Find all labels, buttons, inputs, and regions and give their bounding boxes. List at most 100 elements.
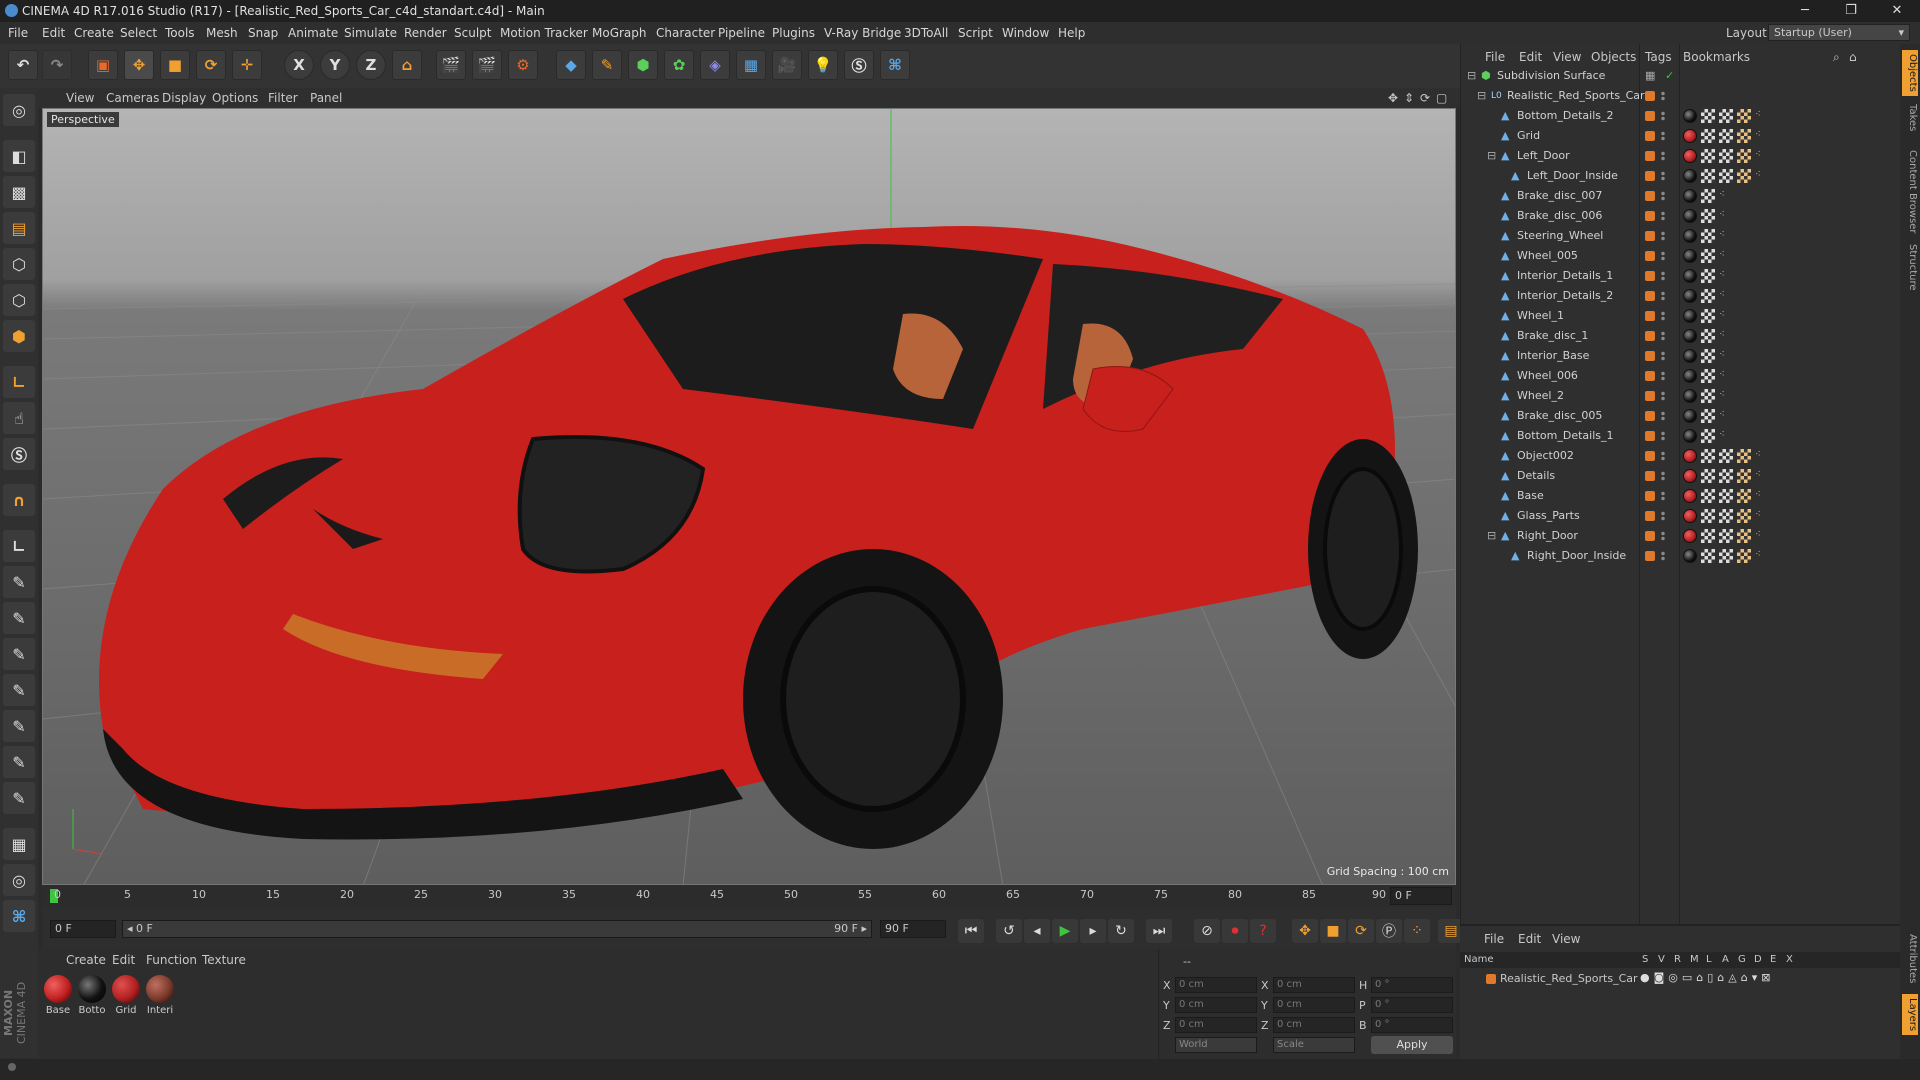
material-tag-icon[interactable] bbox=[1683, 229, 1697, 243]
material-tag-icon[interactable] bbox=[1683, 249, 1697, 263]
uvw-tag-icon[interactable] bbox=[1737, 149, 1751, 163]
size-x-field[interactable]: 0 cm bbox=[1273, 977, 1355, 993]
object-row[interactable]: ▲ Base ⁖ bbox=[1461, 486, 1901, 506]
camera-icon[interactable]: 🎥 bbox=[772, 50, 802, 80]
visibility-dots-icon[interactable] bbox=[1661, 251, 1665, 261]
tab-layers[interactable]: Layers bbox=[1902, 994, 1918, 1036]
obj-menu-file[interactable]: File bbox=[1485, 50, 1505, 64]
object-row[interactable]: ▲ Grid ⁖ bbox=[1461, 126, 1901, 146]
phong-tag-icon[interactable]: ⁖ bbox=[1755, 509, 1767, 523]
uvw-tag-icon[interactable] bbox=[1737, 169, 1751, 183]
phong-tag-icon[interactable]: ⁖ bbox=[1719, 389, 1731, 403]
tab-content-browser[interactable]: Content Browser bbox=[1902, 150, 1918, 233]
phong-tag-icon[interactable]: ⁖ bbox=[1755, 549, 1767, 563]
light-icon[interactable]: 💡 bbox=[808, 50, 838, 80]
rotation-p-field[interactable]: 0 ° bbox=[1371, 997, 1453, 1013]
end-frame-field[interactable]: 90 F bbox=[880, 920, 946, 938]
key-help-icon[interactable]: ? bbox=[1250, 919, 1276, 943]
rotate-tool-icon[interactable]: ⟳ bbox=[196, 50, 226, 80]
layer-color-swatch[interactable] bbox=[1645, 131, 1655, 141]
home-icon[interactable]: ⌂ bbox=[1849, 50, 1857, 64]
texture-tag-icon[interactable] bbox=[1719, 109, 1733, 123]
position-x-field[interactable]: 0 cm bbox=[1175, 977, 1257, 993]
menu-tools[interactable]: Tools bbox=[165, 26, 195, 40]
move-tool-icon[interactable]: ✥ bbox=[124, 50, 154, 80]
material-bottom[interactable]: Botto bbox=[76, 975, 108, 1019]
phong-tag-icon[interactable]: ⁖ bbox=[1719, 409, 1731, 423]
uvw-tag-icon[interactable] bbox=[1737, 469, 1751, 483]
object-row[interactable]: ▲ Interior_Details_2 ⁖ bbox=[1461, 286, 1901, 306]
visibility-dots-icon[interactable] bbox=[1661, 411, 1665, 421]
mat-menu-create[interactable]: Create bbox=[66, 953, 106, 967]
vray-icon[interactable]: Ⓢ bbox=[844, 50, 874, 80]
texture-tag-icon[interactable] bbox=[1719, 129, 1733, 143]
viewport-zoom-icon[interactable]: ⇕ bbox=[1404, 91, 1414, 105]
object-row[interactable]: ▲ Wheel_005 ⁖ bbox=[1461, 246, 1901, 266]
layer-color-swatch[interactable] bbox=[1645, 391, 1655, 401]
layer-color-swatch[interactable] bbox=[1645, 431, 1655, 441]
previous-key-icon[interactable]: ↺ bbox=[996, 919, 1022, 943]
menu-snap[interactable]: Snap bbox=[248, 26, 278, 40]
go-to-start-icon[interactable]: ⏮ bbox=[958, 919, 984, 943]
phong-tag-icon[interactable]: ⁖ bbox=[1719, 329, 1731, 343]
obj-menu-bookmarks[interactable]: Bookmarks bbox=[1683, 50, 1750, 64]
vp-menu-panel[interactable]: Panel bbox=[310, 91, 342, 105]
material-tag-icon[interactable] bbox=[1683, 189, 1697, 203]
visibility-dots-icon[interactable] bbox=[1661, 191, 1665, 201]
obj-menu-objects[interactable]: Objects bbox=[1591, 50, 1636, 64]
layer-color-swatch[interactable] bbox=[1645, 491, 1655, 501]
object-row[interactable]: ▲ Wheel_006 ⁖ bbox=[1461, 366, 1901, 386]
enabled-check-icon[interactable]: ✓ bbox=[1665, 70, 1677, 82]
model-mode-icon[interactable]: ◧ bbox=[3, 140, 35, 172]
object-row[interactable]: ▲ Brake_disc_007 ⁖ bbox=[1461, 186, 1901, 206]
menu-mesh[interactable]: Mesh bbox=[206, 26, 238, 40]
undo-icon[interactable]: ↶ bbox=[8, 50, 38, 80]
texture-tag-icon[interactable] bbox=[1701, 309, 1715, 323]
object-row[interactable]: ⊟ ⬢ Subdivision Surface ▦ ✓ bbox=[1461, 66, 1901, 86]
mat-menu-function[interactable]: Function bbox=[146, 953, 197, 967]
key-scale-icon[interactable]: ■ bbox=[1320, 919, 1346, 943]
layer-row[interactable]: Realistic_Red_Sports_Car ●◙◎▭⌂▯⌂◬⌂▾⊠ bbox=[1460, 970, 1900, 988]
perspective-viewport[interactable]: Perspective Grid Spacing : 100 cm bbox=[42, 108, 1456, 885]
object-row[interactable]: ▲ Steering_Wheel ⁖ bbox=[1461, 226, 1901, 246]
object-row[interactable]: ⊟ ▲ Left_Door ⁖ bbox=[1461, 146, 1901, 166]
object-row[interactable]: ▲ Right_Door_Inside ⁖ bbox=[1461, 546, 1901, 566]
phong-tag-icon[interactable]: ⁖ bbox=[1755, 109, 1767, 123]
uvw-tag-icon[interactable] bbox=[1737, 489, 1751, 503]
obj-menu-edit[interactable]: Edit bbox=[1519, 50, 1542, 64]
transform-tool-icon[interactable]: ✛ bbox=[232, 50, 262, 80]
texture-tag-icon[interactable] bbox=[1701, 229, 1715, 243]
texture-tag-icon[interactable] bbox=[1701, 389, 1715, 403]
visibility-dots-icon[interactable] bbox=[1661, 551, 1665, 561]
go-to-end-icon[interactable]: ⏭ bbox=[1146, 919, 1172, 943]
visibility-dots-icon[interactable] bbox=[1661, 331, 1665, 341]
material-tag-icon[interactable] bbox=[1683, 529, 1697, 543]
magnet-icon[interactable]: ∩ bbox=[3, 484, 35, 516]
visibility-dots-icon[interactable] bbox=[1661, 311, 1665, 321]
polygons-mode-icon[interactable]: ⬢ bbox=[3, 320, 35, 352]
texture-tag-icon[interactable] bbox=[1701, 509, 1715, 523]
snap-icon[interactable]: Ⓢ bbox=[3, 438, 35, 470]
visibility-dots-icon[interactable] bbox=[1661, 271, 1665, 281]
menu-pipeline[interactable]: Pipeline bbox=[718, 26, 765, 40]
key-position-icon[interactable]: ✥ bbox=[1292, 919, 1318, 943]
visibility-dots-icon[interactable] bbox=[1661, 351, 1665, 361]
texture-mode-icon[interactable]: ▩ bbox=[3, 176, 35, 208]
visibility-dots-icon[interactable] bbox=[1661, 91, 1665, 101]
layer-color-swatch[interactable] bbox=[1645, 471, 1655, 481]
texture-tag-icon[interactable] bbox=[1701, 329, 1715, 343]
next-frame-icon[interactable]: ▸ bbox=[1080, 919, 1106, 943]
layer-color-swatch[interactable] bbox=[1645, 171, 1655, 181]
phong-tag-icon[interactable]: ⁖ bbox=[1719, 369, 1731, 383]
tab-structure[interactable]: Structure bbox=[1902, 244, 1918, 291]
make-editable-icon[interactable]: ◎ bbox=[3, 94, 35, 126]
uvw-tag-icon[interactable] bbox=[1737, 449, 1751, 463]
object-row[interactable]: ⊟ ▲ Right_Door ⁖ bbox=[1461, 526, 1901, 546]
texture-tag-icon[interactable] bbox=[1701, 209, 1715, 223]
obj-menu-tags[interactable]: Tags bbox=[1645, 50, 1672, 64]
viewport-toggle-icon[interactable]: ▢ bbox=[1436, 91, 1447, 105]
position-z-field[interactable]: 0 cm bbox=[1175, 1017, 1257, 1033]
menu-motion-tracker[interactable]: Motion Tracker bbox=[500, 26, 588, 40]
texture-tag-icon[interactable] bbox=[1701, 529, 1715, 543]
previous-frame-icon[interactable]: ◂ bbox=[1024, 919, 1050, 943]
